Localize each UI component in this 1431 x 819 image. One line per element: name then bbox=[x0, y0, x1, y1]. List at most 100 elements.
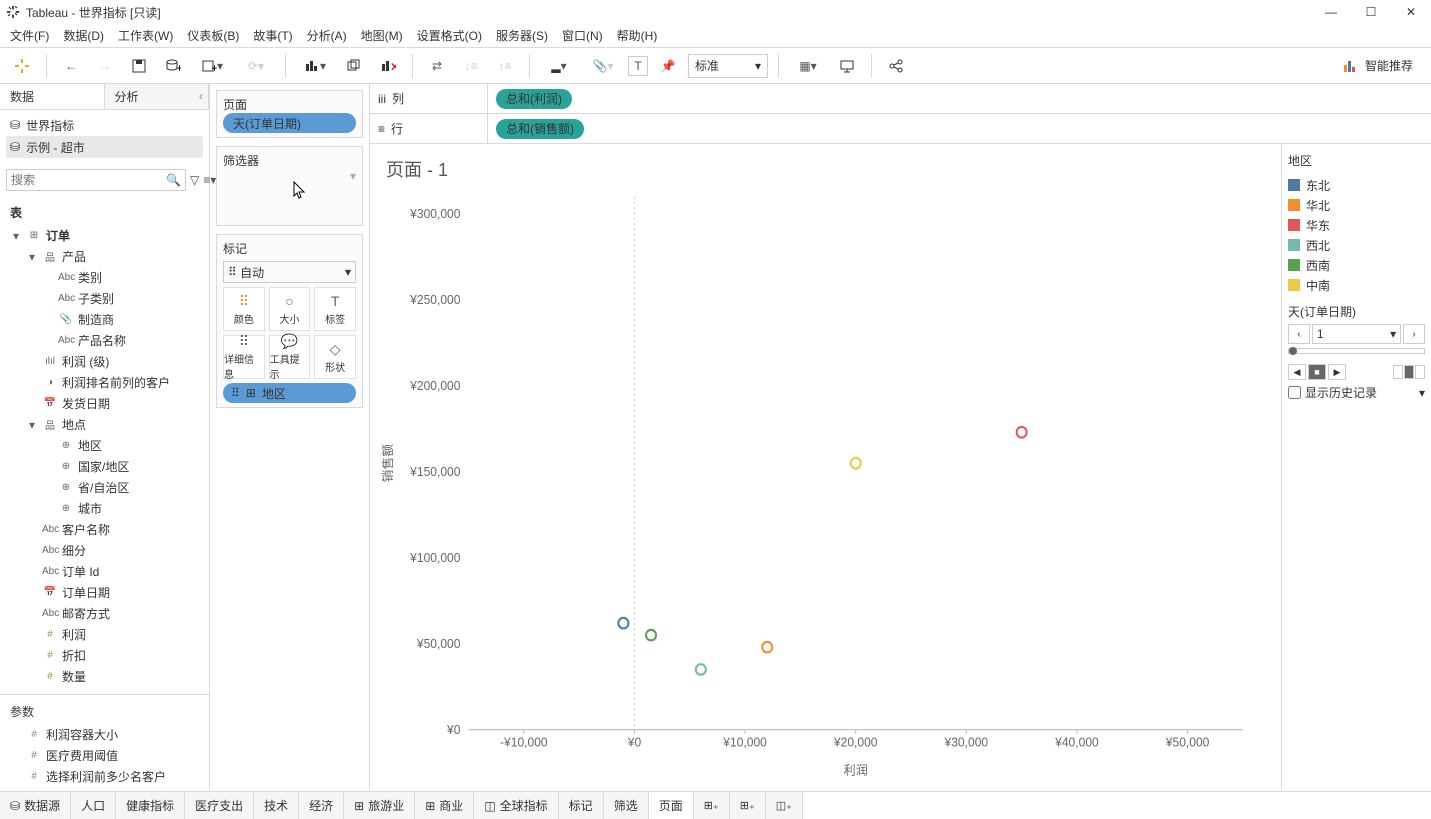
marks-shape[interactable]: ◇形状 bbox=[314, 335, 356, 379]
new-sheet-button[interactable]: ▾ bbox=[296, 52, 334, 80]
clear-button[interactable]: ✕ bbox=[374, 52, 402, 80]
sheet-tab[interactable]: 技术 bbox=[254, 792, 299, 819]
field-item[interactable]: 📎制造商 bbox=[4, 309, 205, 330]
menu-help[interactable]: 帮助(H) bbox=[617, 27, 658, 44]
field-item[interactable]: ⊕城市 bbox=[4, 498, 205, 519]
tableau-home-icon[interactable] bbox=[8, 52, 36, 80]
field-item[interactable]: Abc子类别 bbox=[4, 288, 205, 309]
field-item[interactable]: ⊕省/自治区 bbox=[4, 477, 205, 498]
speed-control[interactable] bbox=[1393, 365, 1425, 379]
menu-window[interactable]: 窗口(N) bbox=[562, 27, 603, 44]
sheet-tab[interactable]: 经济 bbox=[299, 792, 344, 819]
data-point[interactable] bbox=[696, 664, 706, 675]
menu-analysis[interactable]: 分析(A) bbox=[307, 27, 347, 44]
columns-pill[interactable]: 总和(利润) bbox=[496, 89, 572, 109]
collapse-side-icon[interactable]: ‹ bbox=[199, 89, 203, 103]
filters-shelf[interactable]: 筛选器 ▾ bbox=[216, 146, 363, 226]
minimize-button[interactable]: ― bbox=[1317, 5, 1345, 19]
page-prev-button[interactable]: ‹ bbox=[1288, 324, 1310, 344]
rows-shelf[interactable]: ≡行 总和(销售额) bbox=[370, 114, 1431, 144]
search-input[interactable]: 🔍 bbox=[6, 169, 186, 191]
page-current[interactable]: 1▾ bbox=[1312, 324, 1401, 344]
undo-button[interactable]: ← bbox=[57, 52, 85, 80]
legend-item[interactable]: 华东 bbox=[1288, 215, 1425, 235]
field-item[interactable]: Abc细分 bbox=[4, 540, 205, 561]
marks-tooltip[interactable]: 💬工具提示 bbox=[269, 335, 311, 379]
field-item[interactable]: ◑利润排名前列的客户 bbox=[4, 372, 205, 393]
maximize-button[interactable]: ☐ bbox=[1357, 5, 1385, 19]
page-next-button[interactable]: › bbox=[1403, 324, 1425, 344]
param-item[interactable]: #利润容器大小 bbox=[4, 724, 205, 745]
data-point[interactable] bbox=[851, 458, 861, 469]
expand-icon[interactable]: ▾ bbox=[26, 250, 38, 264]
label-button[interactable]: T bbox=[628, 56, 648, 76]
share-button[interactable] bbox=[882, 52, 910, 80]
menu-server[interactable]: 服务器(S) bbox=[496, 27, 548, 44]
sheet-tab[interactable]: ◫全球指标 bbox=[474, 792, 558, 819]
pin-button[interactable]: 📌 bbox=[654, 52, 682, 80]
field-item[interactable]: Abc客户名称 bbox=[4, 519, 205, 540]
field-item[interactable]: Abc邮寄方式 bbox=[4, 603, 205, 624]
field-item[interactable]: #折扣 bbox=[4, 645, 205, 666]
highlight-button[interactable]: ▂▾ bbox=[540, 52, 578, 80]
duplicate-button[interactable] bbox=[340, 52, 368, 80]
menu-file[interactable]: 文件(F) bbox=[10, 27, 49, 44]
redo-button[interactable]: → bbox=[91, 52, 119, 80]
legend-item[interactable]: 西南 bbox=[1288, 255, 1425, 275]
field-item[interactable]: Abc产品名称 bbox=[4, 330, 205, 351]
legend-item[interactable]: 东北 bbox=[1288, 175, 1425, 195]
sort-desc-button[interactable]: ↑≡ bbox=[491, 52, 519, 80]
show-cards-button[interactable]: ▦▾ bbox=[789, 52, 827, 80]
sheet-tab[interactable]: 标记 bbox=[559, 792, 604, 819]
sheet-tab[interactable]: 人口 bbox=[71, 792, 116, 819]
chart-title[interactable]: 页面 - 1 bbox=[378, 152, 1263, 186]
field-item[interactable]: #数量 bbox=[4, 666, 205, 687]
field-item[interactable]: ⊕地区 bbox=[4, 435, 205, 456]
columns-shelf[interactable]: iii列 总和(利润) bbox=[370, 84, 1431, 114]
analytics-tab[interactable]: 分析 bbox=[105, 84, 210, 109]
datasource-item[interactable]: ⛁ 世界指标 bbox=[6, 114, 203, 136]
swap-button[interactable]: ⇄ bbox=[423, 52, 451, 80]
menu-data[interactable]: 数据(D) bbox=[63, 27, 104, 44]
data-point[interactable] bbox=[618, 618, 628, 629]
new-story-tab[interactable]: ◫₊ bbox=[766, 792, 803, 819]
data-tab[interactable]: 数据 bbox=[0, 84, 105, 109]
close-button[interactable]: ✕ bbox=[1397, 5, 1425, 19]
show-history-checkbox[interactable]: 显示历史记录▾ bbox=[1288, 384, 1425, 401]
marks-detail[interactable]: ⠿详细信息 bbox=[223, 335, 265, 379]
play-stop-button[interactable]: ■ bbox=[1308, 364, 1326, 380]
filters-dropdown-icon[interactable]: ▾ bbox=[350, 169, 356, 183]
play-back-button[interactable]: ◀ bbox=[1288, 364, 1306, 380]
marks-size[interactable]: ○大小 bbox=[269, 287, 311, 331]
field-item[interactable]: Abc订单 Id bbox=[4, 561, 205, 582]
show-me-button[interactable]: 智能推荐 bbox=[1333, 57, 1423, 74]
param-item[interactable]: #选择利润前多少名客户 bbox=[4, 766, 205, 787]
pages-pill[interactable]: 天(订单日期) bbox=[223, 113, 356, 133]
menu-story[interactable]: 故事(T) bbox=[253, 27, 292, 44]
sheet-tab[interactable]: 筛选 bbox=[604, 792, 649, 819]
group-button[interactable]: 📎▾ bbox=[584, 52, 622, 80]
expand-icon[interactable]: ▾ bbox=[10, 229, 22, 243]
menu-worksheet[interactable]: 工作表(W) bbox=[118, 27, 173, 44]
field-item[interactable]: ▾⊞订单 bbox=[4, 225, 205, 246]
field-item[interactable]: Abc类别 bbox=[4, 267, 205, 288]
marks-color[interactable]: ⠿颜色 bbox=[223, 287, 265, 331]
marks-label[interactable]: T标签 bbox=[314, 287, 356, 331]
presentation-button[interactable] bbox=[833, 52, 861, 80]
field-item[interactable]: 📅订单日期 bbox=[4, 582, 205, 603]
legend-item[interactable]: 中南 bbox=[1288, 275, 1425, 295]
field-item[interactable]: 📅发货日期 bbox=[4, 393, 205, 414]
new-dashboard-tab[interactable]: ⊞₊ bbox=[730, 792, 766, 819]
datasource-tab[interactable]: ⛁ 数据源 bbox=[0, 792, 71, 819]
sheet-tab[interactable]: 医疗支出 bbox=[185, 792, 254, 819]
mark-type-dropdown[interactable]: ⠿ 自动 ▾ bbox=[223, 261, 356, 283]
sheet-tab[interactable]: 健康指标 bbox=[116, 792, 185, 819]
expand-icon[interactable]: ▾ bbox=[26, 418, 38, 432]
data-point[interactable] bbox=[762, 642, 772, 653]
datasource-item[interactable]: ⛁ 示例 - 超市 bbox=[6, 136, 203, 158]
color-pill[interactable]: ⠿ ⊞ 地区 bbox=[223, 383, 356, 403]
filter-icon[interactable]: ▽ bbox=[190, 166, 199, 194]
save-button[interactable] bbox=[125, 52, 153, 80]
data-point[interactable] bbox=[1017, 427, 1027, 438]
menu-format[interactable]: 设置格式(O) bbox=[417, 27, 482, 44]
